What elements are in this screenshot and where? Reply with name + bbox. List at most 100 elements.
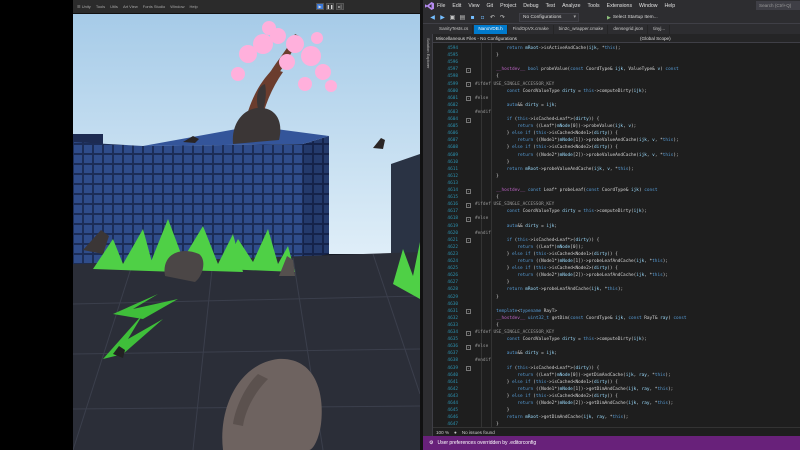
fold-toggle-icon[interactable]: -: [466, 366, 471, 371]
code-editor[interactable]: 4594 return mRoot->isActiveAndCache(ijk,…: [433, 43, 800, 427]
menu-bar: File Edit View Git Project Debug Test An…: [423, 0, 800, 12]
undo-icon[interactable]: ↶: [489, 14, 496, 21]
line-number: 4643: [447, 393, 458, 399]
line-number: 4635: [447, 337, 458, 343]
zoom-level[interactable]: 100 %: [436, 430, 449, 435]
solution-explorer-label: Solution Explorer: [426, 38, 431, 69]
solution-explorer-strip[interactable]: Solution Explorer: [423, 34, 433, 438]
fold-toggle-icon[interactable]: -: [466, 344, 471, 350]
visual-studio-logo-icon: [425, 2, 434, 10]
fold-toggle-icon[interactable]: -: [466, 309, 471, 315]
tab-findopvx[interactable]: FindOpVX.cmake: [508, 25, 554, 34]
fold-toggle-icon[interactable]: -: [466, 117, 471, 123]
game-menu-6[interactable]: Help: [189, 4, 197, 9]
redo-icon[interactable]: ↷: [499, 14, 506, 21]
menu-tools[interactable]: Tools: [588, 3, 600, 9]
menu-help[interactable]: Help: [665, 3, 676, 9]
game-menu-2[interactable]: Utils: [110, 4, 118, 9]
line-number: 4629: [447, 294, 458, 300]
code-line: return mRoot->isActiveAndCache(ijk, *thi…: [506, 46, 621, 51]
code-line: return ((Leaf*)mNode[0])->getDimAndCache…: [517, 372, 671, 378]
line-number: 4609: [447, 152, 458, 158]
save-all-icon[interactable]: ▫: [479, 14, 486, 21]
search-box[interactable]: Search (Ctrl+Q): [756, 1, 800, 10]
global-scope-dropdown[interactable]: (Global Scope): [640, 36, 671, 41]
game-menu-4[interactable]: Fonts Studio: [143, 4, 165, 9]
code-line: #endif: [475, 358, 491, 364]
fold-toggle-icon[interactable]: -: [466, 202, 471, 208]
menu-git[interactable]: Git: [486, 3, 493, 9]
line-number: 4598: [447, 74, 458, 80]
step-button[interactable]: ▸|: [336, 3, 344, 10]
code-line: }: [475, 280, 510, 286]
save-icon[interactable]: ▪: [469, 14, 476, 21]
fold-toggle-icon[interactable]: -: [466, 82, 471, 87]
code-line: if (this->isCached<Leaf*>(dirty)) {: [506, 117, 600, 122]
game-menu-3[interactable]: Art View: [123, 4, 138, 9]
code-line: } else if (this->isCached<Node1>(dirty))…: [475, 131, 618, 137]
line-number: 4624: [447, 259, 458, 264]
fold-toggle-icon[interactable]: -: [466, 67, 471, 73]
code-line: return ((Node2*)mNode[2])->probeLeafAndC…: [517, 273, 669, 279]
issues-status[interactable]: No issues found: [462, 430, 495, 435]
open-folder-icon[interactable]: ▤: [459, 14, 466, 21]
game-menu-5[interactable]: Window: [170, 4, 184, 9]
menu-project[interactable]: Project: [500, 3, 516, 9]
fold-toggle-icon[interactable]: -: [466, 216, 471, 222]
menu-extensions[interactable]: Extensions: [607, 3, 632, 9]
code-line: auto&& dirty = ijk;: [506, 102, 557, 108]
menu-analyze[interactable]: Analyze: [562, 3, 580, 9]
line-number: 4594: [447, 46, 458, 51]
forward-icon[interactable]: ▶: [439, 14, 446, 21]
play-button[interactable]: ▶: [316, 3, 324, 10]
line-number: 4636: [447, 344, 458, 350]
code-line: } else if (this->isCached<Node1>(dirty))…: [475, 251, 618, 257]
menu-debug[interactable]: Debug: [523, 3, 538, 9]
game-viewport[interactable]: ☰ Unity Tools Utils Art View Fonts Studi…: [73, 0, 420, 450]
tab-bin2c[interactable]: bin2c_wrapper.cmake: [554, 25, 609, 34]
tab-sanitytests[interactable]: SanityTests.cs: [435, 25, 474, 34]
fold-toggle-icon[interactable]: -: [466, 96, 471, 102]
menu-file[interactable]: File: [437, 3, 445, 9]
line-number: 4608: [447, 145, 458, 151]
code-line: } else if (this->isCached<Node2>(dirty))…: [475, 393, 618, 399]
document-tabs: SanityTests.cs NanoVDB.h FindOpVX.cmake …: [423, 24, 800, 34]
line-number: 4633: [447, 322, 458, 328]
pause-button[interactable]: ❚❚: [326, 3, 334, 10]
game-menu-1[interactable]: Tools: [96, 4, 105, 9]
startup-item-button[interactable]: ▶ Select Startup Item...: [607, 15, 658, 21]
back-icon[interactable]: ◀: [429, 14, 436, 21]
code-line: return mRoot->probeValueAndCache(ijk, v,…: [506, 166, 634, 172]
tab-nanovdb[interactable]: NanoVDB.h: [474, 25, 508, 34]
code-line: return ((Leaf*)mNode[0])->probeValue(ijk…: [517, 124, 637, 130]
code-line: if (this->isCached<Leaf*>(dirty)) {: [506, 365, 600, 371]
play-controls: ▶ ❚❚ ▸|: [316, 3, 344, 10]
code-line: #endif: [475, 230, 491, 236]
tab-tinyj[interactable]: tinyj...: [649, 25, 671, 34]
line-number: 4642: [447, 386, 458, 392]
code-line: __hostdev__ bool probeValue(const CoordT…: [496, 67, 679, 73]
ide-toolbar: ◀ ▶ ▣ ▤ ▪ ▫ ↶ ↷ No Configurations ▶ Sele…: [423, 12, 800, 24]
code-line: return ((Node1*)mNode[1])->probeLeafAndC…: [517, 259, 669, 264]
status-message[interactable]: User preferences overridden by .editorco…: [437, 440, 536, 446]
line-number: 4616: [447, 202, 458, 208]
new-file-icon[interactable]: ▣: [449, 14, 456, 21]
line-number: 4619: [447, 223, 458, 229]
line-number: 4618: [447, 216, 458, 222]
line-number: 4622: [447, 244, 458, 250]
code-line: }: [475, 53, 499, 59]
game-menu-0[interactable]: ☰ Unity: [77, 4, 91, 9]
fold-toggle-icon[interactable]: -: [466, 188, 471, 194]
code-line: } else if (this->isCached<Node2>(dirty))…: [475, 145, 618, 151]
fold-toggle-icon[interactable]: -: [466, 238, 471, 244]
menu-window[interactable]: Window: [639, 3, 657, 9]
code-line: }: [475, 173, 499, 179]
menu-edit[interactable]: Edit: [452, 3, 461, 9]
tab-densegrid[interactable]: densegrid.json: [609, 25, 649, 34]
menu-test[interactable]: Test: [546, 3, 556, 9]
fold-toggle-icon[interactable]: -: [466, 330, 471, 336]
menu-view[interactable]: View: [468, 3, 479, 9]
configuration-dropdown[interactable]: No Configurations: [519, 13, 579, 22]
project-scope-dropdown[interactable]: Miscellaneous Files - No Configurations: [436, 36, 636, 41]
code-line: } else if (this->isCached<Node1>(dirty))…: [475, 379, 618, 385]
